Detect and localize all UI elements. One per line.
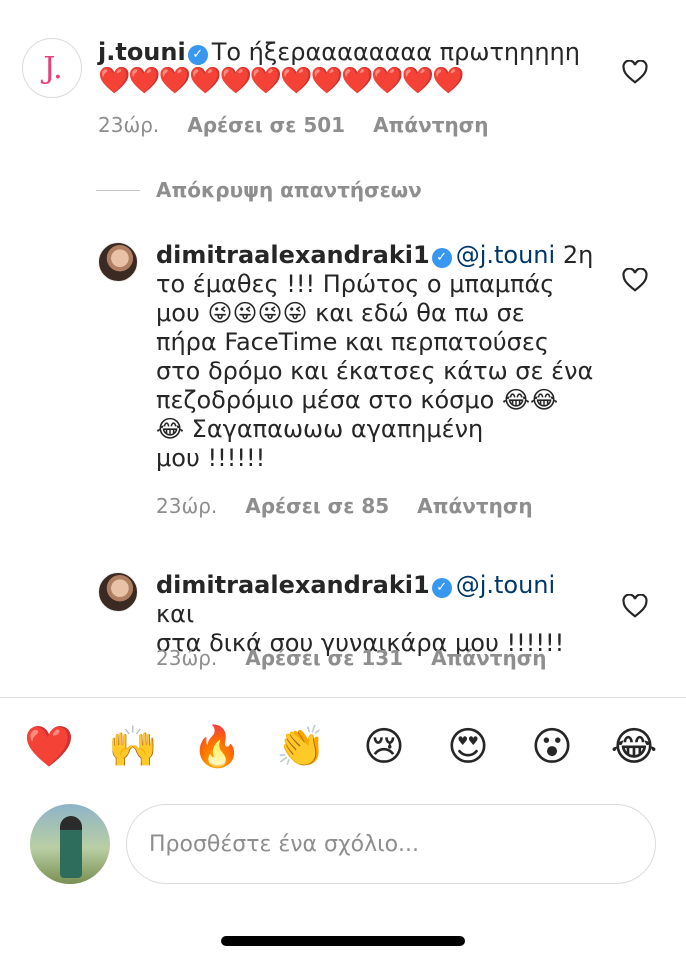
- comment-time: 23ώρ.: [156, 494, 218, 518]
- comment-likes[interactable]: Αρέσει σε 501: [187, 113, 345, 137]
- like-heart-icon[interactable]: [622, 594, 648, 618]
- emoji-crying-button[interactable]: 😢: [360, 720, 408, 774]
- emoji-heart-eyes-button[interactable]: 😍: [444, 720, 492, 774]
- comment-line: στο δρόμο και έκατσες κάτω σε ένα: [156, 357, 594, 385]
- comment-username[interactable]: dimitraalexandraki1: [156, 241, 430, 269]
- emoji-raised-hands-button[interactable]: 🙌: [108, 720, 158, 774]
- emoji-laughing-button[interactable]: 😂: [610, 720, 658, 774]
- divider: [0, 697, 686, 698]
- hide-replies-line: [96, 190, 140, 191]
- comment-mention[interactable]: @j.touni: [456, 241, 555, 269]
- comment-username[interactable]: j.touni: [98, 38, 186, 66]
- avatar-letter: J.: [43, 50, 63, 86]
- verified-badge-icon: ✓: [431, 578, 452, 598]
- comment-time: 23ώρ.: [156, 646, 218, 670]
- hide-replies-label: Απόκρυψη απαντήσεων: [156, 178, 422, 202]
- home-indicator[interactable]: [221, 936, 465, 946]
- hide-replies-button[interactable]: Απόκρυψη απαντήσεων: [96, 178, 422, 202]
- comment-body: 2η: [555, 241, 594, 269]
- comment-mention[interactable]: @j.touni: [456, 571, 555, 599]
- comment-meta: 23ώρ. Αρέσει σε 85 Απάντηση: [156, 494, 533, 518]
- emoji-heart-button[interactable]: ❤️: [24, 720, 74, 774]
- comment-line: μου 😜😜😜😜 και εδώ θα πω σε: [156, 299, 525, 327]
- comment-meta: 23ώρ. Αρέσει σε 501 Απάντηση: [98, 113, 489, 137]
- comment-likes[interactable]: Αρέσει σε 131: [245, 646, 403, 670]
- comment-line: το έμαθες !!! Πρώτος ο μπαμπάς: [156, 270, 555, 298]
- comment-username[interactable]: dimitraalexandraki1: [156, 571, 430, 599]
- comment-hearts: ❤️❤️❤️❤️❤️❤️❤️❤️❤️❤️❤️❤️: [98, 66, 464, 96]
- emoji-fire-button[interactable]: 🔥: [192, 720, 242, 774]
- comment-line: πεζοδρόμιο μέσα στο κόσμο 😂😂: [156, 386, 559, 414]
- emoji-quick-bar: ❤️ 🙌 🔥 👏 😢 😍 😮 😂: [0, 720, 686, 776]
- comment-line: πήρα FaceTime και περπατούσες: [156, 328, 549, 356]
- comment-line: μου !!!!!!: [156, 444, 266, 472]
- comment-body: Το ήξεραααααααα πρωτηηηηη: [211, 38, 580, 66]
- avatar-dimitra[interactable]: [98, 242, 138, 282]
- add-comment-input[interactable]: [126, 804, 656, 884]
- avatar-jtouni[interactable]: J.: [22, 38, 82, 98]
- comment-line: 😂 Σαγαπαωωω αγαπημένη: [156, 415, 484, 443]
- verified-badge-icon: ✓: [431, 248, 452, 268]
- comment-text: j.touni ✓ Το ήξεραααααααα πρωτηηηηη ❤️❤️❤️…: [98, 38, 608, 96]
- comment-time: 23ώρ.: [98, 113, 160, 137]
- reply-button[interactable]: Απάντηση: [431, 646, 546, 670]
- emoji-clap-button[interactable]: 👏: [276, 720, 326, 774]
- avatar-figure: [60, 816, 82, 878]
- reply-button[interactable]: Απάντηση: [373, 113, 488, 137]
- avatar-dimitra[interactable]: [98, 572, 138, 612]
- like-heart-icon[interactable]: [622, 268, 648, 292]
- verified-badge-icon: ✓: [187, 45, 208, 65]
- like-heart-icon[interactable]: [622, 60, 648, 84]
- comment-likes[interactable]: Αρέσει σε 85: [245, 494, 389, 518]
- comment-meta: 23ώρ. Αρέσει σε 131 Απάντηση: [156, 646, 547, 670]
- comment-body: και: [156, 600, 195, 628]
- comment-text: dimitraalexandraki1 ✓ @j.touni 2η το έμαθε…: [156, 241, 596, 473]
- reply-button[interactable]: Απάντηση: [417, 494, 532, 518]
- emoji-surprised-button[interactable]: 😮: [528, 720, 576, 774]
- comment-text: dimitraalexandraki1 ✓ @j.touni και στα δικ…: [156, 571, 596, 658]
- current-user-avatar: [30, 804, 110, 884]
